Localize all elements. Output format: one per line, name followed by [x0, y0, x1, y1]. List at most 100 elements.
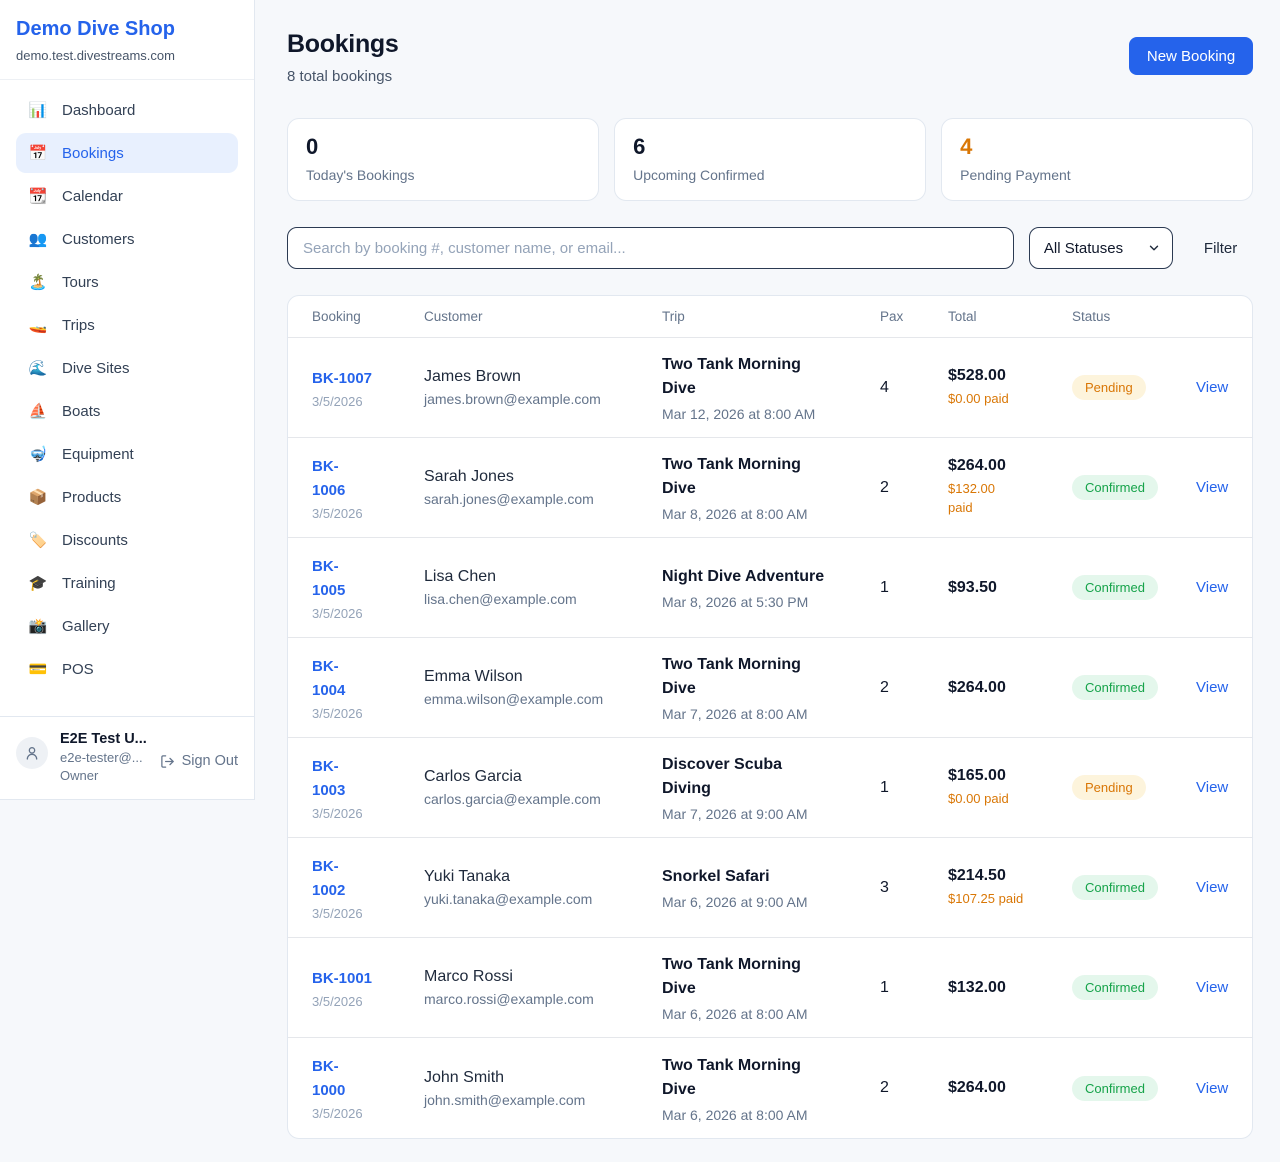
sidebar-item-label: Discounts	[62, 532, 128, 549]
sidebar-item-pos[interactable]: 💳POS	[16, 649, 238, 689]
logout-icon	[160, 754, 175, 769]
sidebar-item-dive-sites[interactable]: 🌊Dive Sites	[16, 348, 238, 388]
filter-button[interactable]: Filter	[1188, 240, 1253, 257]
sidebar-item-gallery[interactable]: 📸Gallery	[16, 606, 238, 646]
booking-id-link[interactable]: BK-1004	[312, 655, 358, 703]
camera-icon: 📸	[28, 617, 48, 635]
view-link[interactable]: View	[1196, 579, 1228, 596]
view-link[interactable]: View	[1196, 379, 1228, 396]
view-link[interactable]: View	[1196, 1080, 1228, 1097]
status-badge: Pending	[1072, 375, 1146, 400]
paid-amount: $132.00 paid	[948, 480, 1006, 518]
trip-date: Mar 6, 2026 at 9:00 AM	[662, 894, 880, 910]
customer-email: yuki.tanaka@example.com	[424, 891, 662, 907]
total-amount: $264.00	[948, 1079, 1072, 1097]
brand-name[interactable]: Demo Dive Shop	[16, 18, 238, 41]
customer-email: emma.wilson@example.com	[424, 691, 662, 707]
booking-date: 3/5/2026	[312, 506, 424, 521]
stat-value: 4	[960, 134, 1234, 160]
sidebar-item-equipment[interactable]: 🤿Equipment	[16, 434, 238, 474]
view-link[interactable]: View	[1196, 779, 1228, 796]
status-badge: Confirmed	[1072, 1076, 1158, 1101]
sidebar-item-calendar[interactable]: 📆Calendar	[16, 176, 238, 216]
customer-email: carlos.garcia@example.com	[424, 791, 662, 807]
booking-id-link[interactable]: BK-1002	[312, 855, 358, 903]
status-badge: Confirmed	[1072, 675, 1158, 700]
table-row: BK-10063/5/2026Sarah Jonessarah.jones@ex…	[288, 438, 1252, 538]
sidebar-item-label: Dive Sites	[62, 360, 130, 377]
view-link[interactable]: View	[1196, 879, 1228, 896]
status-filter-select[interactable]: All Statuses	[1029, 227, 1173, 269]
table-body: BK-10073/5/2026James Brownjames.brown@ex…	[288, 338, 1252, 1138]
sidebar-item-trips[interactable]: 🚤Trips	[16, 305, 238, 345]
status-cell: Confirmed	[1072, 475, 1196, 500]
trip-date: Mar 6, 2026 at 8:00 AM	[662, 1107, 880, 1123]
booking-id-link[interactable]: BK-1005	[312, 555, 358, 603]
sidebar-item-tours[interactable]: 🏝️Tours	[16, 262, 238, 302]
trip-date: Mar 7, 2026 at 8:00 AM	[662, 706, 880, 722]
status-cell: Confirmed	[1072, 975, 1196, 1000]
view-link[interactable]: View	[1196, 979, 1228, 996]
customer-name: Carlos Garcia	[424, 768, 662, 786]
sidebar-item-label: Customers	[62, 231, 135, 248]
table-row: BK-10033/5/2026Carlos Garciacarlos.garci…	[288, 738, 1252, 838]
total-cell: $132.00	[948, 979, 1072, 997]
sidebar-item-label: Calendar	[62, 188, 123, 205]
page-title: Bookings	[287, 30, 399, 59]
status-badge: Confirmed	[1072, 875, 1158, 900]
booking-cell: BK-10043/5/2026	[312, 655, 424, 721]
trip-date: Mar 7, 2026 at 9:00 AM	[662, 806, 880, 822]
brand-domain: demo.test.divestreams.com	[16, 48, 238, 63]
sign-out-button[interactable]: Sign Out	[160, 753, 238, 769]
main-content: Bookings 8 total bookings New Booking 0T…	[255, 0, 1280, 1139]
booking-date: 3/5/2026	[312, 394, 424, 409]
booking-cell: BK-10003/5/2026	[312, 1055, 424, 1121]
booking-id-link[interactable]: BK-1000	[312, 1055, 358, 1103]
booking-cell: BK-10013/5/2026	[312, 967, 424, 1009]
booking-id-link[interactable]: BK-1001	[312, 967, 372, 991]
customer-cell: James Brownjames.brown@example.com	[424, 368, 662, 407]
column-header-status: Status	[1072, 309, 1196, 324]
new-booking-button[interactable]: New Booking	[1129, 37, 1253, 75]
trip-cell: Snorkel Safari Mar 6, 2026 at 9:00 AM	[662, 865, 880, 910]
sign-out-label: Sign Out	[182, 753, 238, 769]
booking-id-link[interactable]: BK-1006	[312, 455, 358, 503]
view-link[interactable]: View	[1196, 679, 1228, 696]
status-cell: Confirmed	[1072, 675, 1196, 700]
sidebar-item-dashboard[interactable]: 📊Dashboard	[16, 90, 238, 130]
booking-id-link[interactable]: BK-1003	[312, 755, 358, 803]
trip-name: Two Tank Morning Dive	[662, 653, 834, 701]
table-header-row: BookingCustomerTripPaxTotalStatus	[288, 296, 1252, 338]
status-cell: Confirmed	[1072, 575, 1196, 600]
column-header-trip: Trip	[662, 309, 880, 324]
trip-name: Snorkel Safari	[662, 865, 880, 889]
pax-cell: 3	[880, 879, 948, 897]
booking-id-link[interactable]: BK-1007	[312, 367, 372, 391]
sidebar-item-label: Bookings	[62, 145, 124, 162]
sidebar-item-products[interactable]: 📦Products	[16, 477, 238, 517]
column-header-booking: Booking	[312, 309, 424, 324]
sidebar-item-customers[interactable]: 👥Customers	[16, 219, 238, 259]
sidebar-item-training[interactable]: 🎓Training	[16, 563, 238, 603]
status-cell: Pending	[1072, 375, 1196, 400]
user-role: Owner	[60, 768, 148, 783]
search-input[interactable]	[287, 227, 1014, 269]
sidebar-item-label: Tours	[62, 274, 99, 291]
app: Demo Dive Shop demo.test.divestreams.com…	[0, 0, 1280, 1162]
paid-amount: $0.00 paid	[948, 390, 1072, 409]
customer-cell: Emma Wilson emma.wilson@example.com	[424, 668, 662, 707]
paid-amount: $0.00 paid	[948, 790, 1072, 809]
status-badge: Confirmed	[1072, 975, 1158, 1000]
sidebar-item-boats[interactable]: ⛵Boats	[16, 391, 238, 431]
trip-name: Two Tank Morning Dive	[662, 453, 834, 501]
sidebar-item-bookings[interactable]: 📅Bookings	[16, 133, 238, 173]
trip-cell: Two Tank Morning DiveMar 12, 2026 at 8:0…	[662, 353, 880, 422]
customer-name: Emma Wilson	[424, 668, 662, 686]
table-row: BK-10013/5/2026Marco Rossimarco.rossi@ex…	[288, 938, 1252, 1038]
package-icon: 📦	[28, 488, 48, 506]
stat-card-pending-payment: 4Pending Payment	[941, 118, 1253, 201]
sidebar-item-discounts[interactable]: 🏷️Discounts	[16, 520, 238, 560]
view-link[interactable]: View	[1196, 479, 1228, 496]
total-cell: $214.50$107.25 paid	[948, 867, 1072, 909]
booking-cell: BK-1006 3/5/2026	[312, 455, 424, 521]
